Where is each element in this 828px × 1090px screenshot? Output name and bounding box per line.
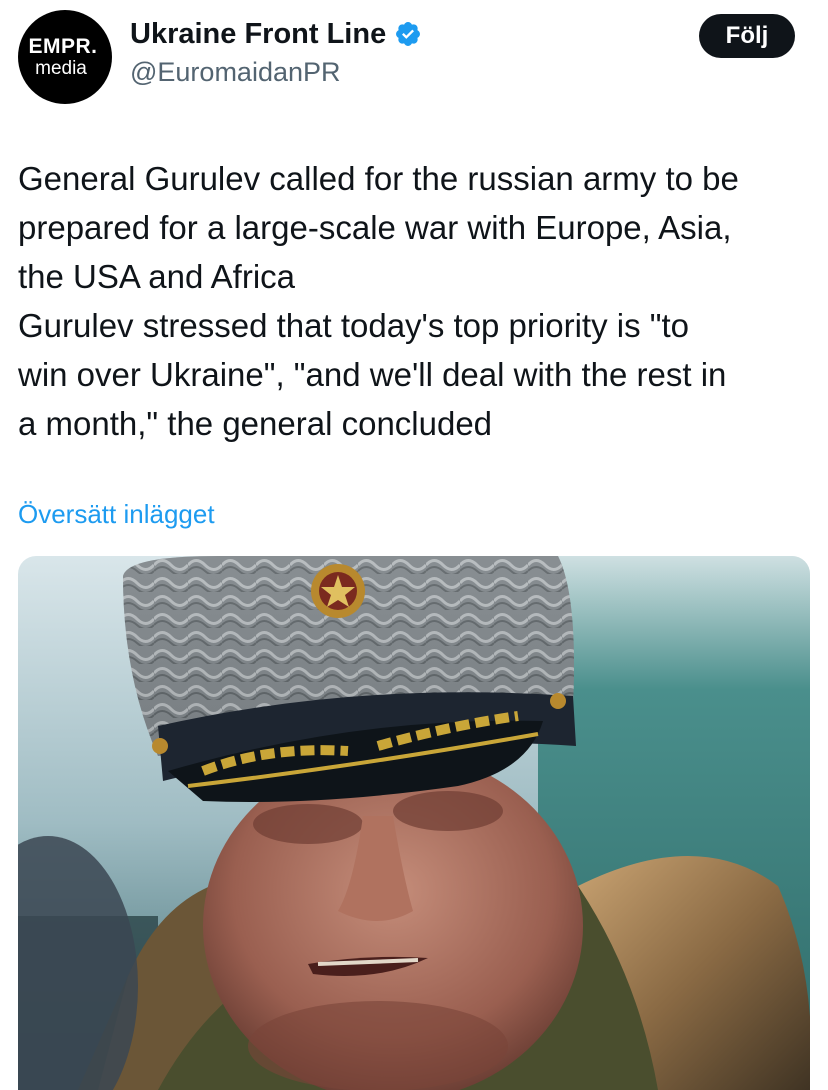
follow-button[interactable]: Följ [699,14,795,58]
verified-badge-icon [396,22,421,46]
post-text-line: prepared for a large-scale war with Euro… [18,209,732,246]
avatar-text-line1: EMPR. [28,35,98,58]
photo-illustration [18,556,810,1090]
post-text-line: the USA and Africa [18,258,296,295]
account-name-row[interactable]: Ukraine Front Line [130,14,422,54]
post-text: General Gurulev called for the russian a… [18,154,814,448]
post-text-line: Gurulev stressed that today's top priori… [18,307,689,344]
post-image[interactable] [18,556,810,1090]
post-text-line: General Gurulev called for the russian a… [18,160,739,197]
post-header: EMPR. media Ukraine Front Line @Euromaid… [0,0,828,110]
translate-post-link[interactable]: Översätt inlägget [18,499,215,530]
post-text-line: win over Ukraine", "and we'll deal with … [18,356,727,393]
post-text-line: a month," the general concluded [18,405,493,442]
avatar[interactable]: EMPR. media [18,10,112,104]
avatar-text-line2: media [35,58,87,79]
account-handle[interactable]: @EuromaidanPR [130,57,341,88]
account-name[interactable]: Ukraine Front Line [130,18,386,51]
